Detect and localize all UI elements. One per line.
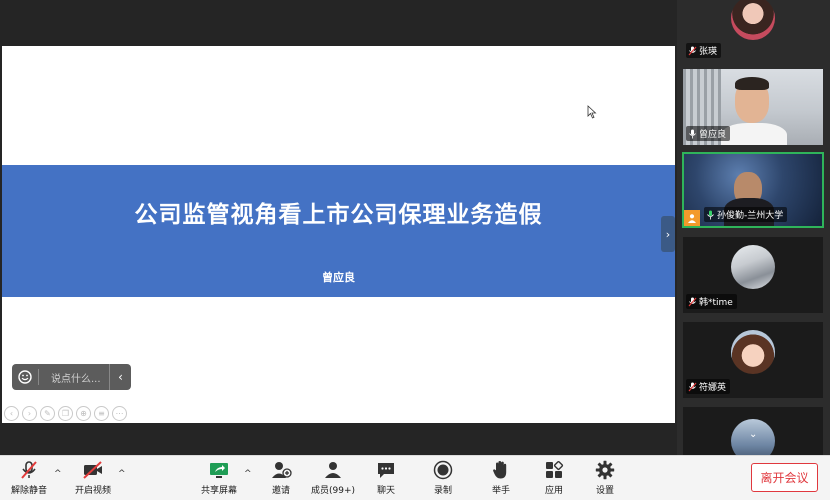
start-video-button[interactable]: 开启视频 [72, 459, 114, 499]
audio-options-caret-icon[interactable]: ^ [54, 469, 62, 479]
apps-icon [544, 459, 564, 481]
chat-input-placeholder[interactable]: 说点什么... [39, 370, 109, 385]
participant-name: 曾应良 [699, 130, 727, 140]
participant-tile[interactable]: ⌄ [683, 407, 823, 455]
chevron-right-icon[interactable]: › [661, 216, 675, 252]
unmute-label: 解除静音 [10, 486, 47, 496]
undo-icon[interactable]: ‹ [4, 406, 19, 421]
record-label: 录制 [433, 486, 452, 496]
avatar [731, 330, 775, 374]
share-screen-label: 共享屏幕 [200, 486, 237, 496]
participant-name-tag: 曾应良 [686, 126, 731, 141]
mic-muted-icon [688, 46, 697, 56]
redo-icon[interactable]: › [22, 406, 37, 421]
mic-muted-icon [19, 459, 39, 481]
chat-input-bar[interactable]: 说点什么... ‹ [12, 364, 131, 390]
participant-name-tag: 符娜英 [686, 379, 731, 394]
apps-label: 应用 [544, 486, 563, 496]
list-icon[interactable]: ≡ [94, 406, 109, 421]
avatar [731, 0, 775, 40]
participant-tile[interactable]: 符娜英 [683, 322, 823, 398]
mic-active-icon [706, 210, 715, 220]
participant-name-tag: 张瑛 [686, 43, 722, 58]
copy-icon[interactable]: ❐ [58, 406, 73, 421]
invite-label: 邀请 [271, 486, 290, 496]
person-shirt [721, 123, 787, 145]
invite-button[interactable]: 邀请 [266, 459, 296, 499]
more-icon[interactable]: ⋯ [112, 406, 127, 421]
mic-muted-icon [688, 297, 697, 307]
slide-title-band: 公司监管视角看上市公司保理业务造假 曾应良 [2, 165, 675, 297]
raise-hand-button[interactable]: 举手 [487, 459, 515, 499]
leave-meeting-button[interactable]: 离开会议 [751, 463, 818, 492]
avatar [731, 245, 775, 289]
participant-name-tag: 孙俊勤-兰州大学 [704, 207, 788, 222]
gear-icon [595, 459, 615, 481]
record-button[interactable]: 录制 [429, 459, 457, 499]
person-hair [735, 77, 769, 90]
mic-icon [688, 129, 697, 139]
participant-name: 孙俊勤-兰州大学 [717, 211, 784, 221]
annotation-toolbar: ‹ › ✎ ❐ ⊕ ≡ ⋯ [4, 406, 127, 421]
video-options-caret-icon[interactable]: ^ [118, 469, 126, 479]
members-label: 成员(99+) [310, 486, 356, 496]
participant-tile[interactable]: 韩*time [683, 237, 823, 313]
members-icon [323, 459, 343, 481]
hand-icon [492, 459, 510, 481]
smiley-icon[interactable] [12, 364, 38, 390]
camera-off-icon [82, 459, 104, 481]
add-user-icon [270, 459, 292, 481]
participant-tile-active-speaker[interactable]: 孙俊勤-兰州大学 [682, 152, 824, 228]
participant-tile[interactable]: 曾应良 [683, 69, 823, 145]
participant-panel: 张瑛 曾应良 孙俊勤-兰州大学 韩*time 符娜英 ⌄ [677, 0, 830, 455]
host-badge-icon [684, 210, 700, 226]
mouse-cursor-icon [587, 105, 597, 119]
share-options-caret-icon[interactable]: ^ [244, 469, 252, 479]
participant-name: 韩*time [699, 298, 733, 308]
chat-button[interactable]: 聊天 [372, 459, 400, 499]
shared-screen-area: 公司监管视角看上市公司保理业务造假 曾应良 说点什么... ‹ ‹ › ✎ ❐ … [0, 0, 677, 455]
unmute-button[interactable]: 解除静音 [8, 459, 50, 499]
participant-name-tag: 韩*time [686, 294, 737, 309]
raise-hand-label: 举手 [491, 486, 510, 496]
meeting-window: 公司监管视角看上市公司保理业务造假 曾应良 说点什么... ‹ ‹ › ✎ ❐ … [0, 0, 830, 500]
participant-tile[interactable]: 张瑛 [683, 0, 823, 62]
chevron-left-icon[interactable]: ‹ [109, 364, 131, 390]
record-icon [433, 459, 453, 481]
share-screen-button[interactable]: 共享屏幕 [198, 459, 240, 499]
slide-title: 公司监管视角看上市公司保理业务造假 [134, 202, 543, 228]
pen-icon[interactable]: ✎ [40, 406, 55, 421]
participant-name: 符娜英 [699, 383, 727, 393]
chevron-down-icon[interactable]: ⌄ [749, 429, 757, 440]
members-button[interactable]: 成员(99+) [310, 459, 356, 499]
meeting-toolbar: 解除静音 ^ 开启视频 ^ 共享屏幕 ^ 邀请 成员(99+) 聊天 录制 举手… [0, 455, 830, 500]
settings-button[interactable]: 设置 [591, 459, 619, 499]
settings-label: 设置 [595, 486, 614, 496]
chat-label: 聊天 [376, 486, 395, 496]
apps-button[interactable]: 应用 [540, 459, 568, 499]
start-video-label: 开启视频 [74, 486, 111, 496]
slide-author: 曾应良 [322, 271, 355, 284]
zoom-icon[interactable]: ⊕ [76, 406, 91, 421]
share-screen-icon [208, 459, 230, 481]
participant-name: 张瑛 [699, 47, 718, 57]
chat-icon [376, 459, 396, 481]
mic-muted-icon [688, 382, 697, 392]
